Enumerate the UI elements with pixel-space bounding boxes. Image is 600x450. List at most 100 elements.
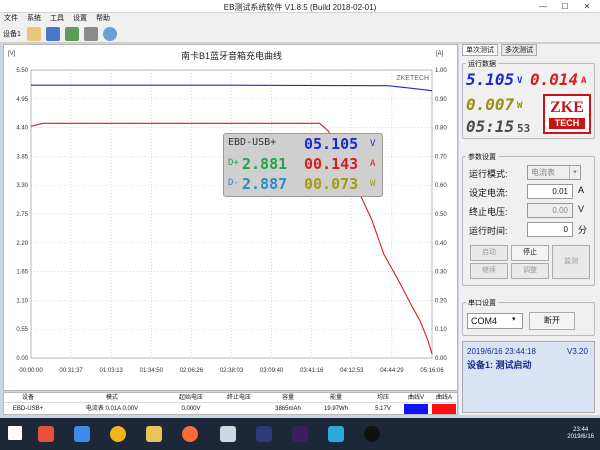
overlay-power: 00.073 bbox=[304, 175, 359, 193]
run-time-unit: 分 bbox=[578, 225, 588, 235]
app-icon[interactable] bbox=[328, 426, 344, 442]
monitor-button[interactable]: 监测 bbox=[552, 245, 590, 279]
taskbar: 23:44 2019/6/16 bbox=[0, 418, 600, 450]
overlay-dminus-label: D- bbox=[228, 178, 239, 188]
photoshop-icon[interactable] bbox=[256, 426, 272, 442]
x-tick-label: 02:06:26 bbox=[180, 368, 204, 374]
app-icon[interactable] bbox=[182, 426, 198, 442]
run-time-input[interactable]: 0 bbox=[527, 222, 573, 237]
menu-tools[interactable]: 工具 bbox=[50, 13, 64, 25]
time-seconds: 53 bbox=[517, 122, 531, 135]
overlay-voltage-unit: V bbox=[370, 139, 376, 149]
table-header: 容量 bbox=[281, 395, 294, 401]
browser-icon[interactable] bbox=[110, 426, 126, 442]
power-display: 0.007 bbox=[466, 95, 515, 114]
table-header: 终止电压 bbox=[226, 395, 251, 401]
y-left-tick-label: 3.85 bbox=[16, 154, 28, 160]
stop-voltage-input[interactable]: 0.00 bbox=[527, 203, 573, 218]
device-label: 设备1 bbox=[3, 31, 21, 38]
chart-watermark: ZKETECH bbox=[396, 75, 429, 82]
app-icon[interactable] bbox=[74, 426, 90, 442]
taskbar-clock[interactable]: 23:44 2019/6/16 bbox=[567, 427, 594, 441]
clock-time: 23:44 bbox=[573, 427, 589, 433]
table-cell: 电流表 0.01A 0.00V bbox=[85, 406, 139, 412]
title-bar: EB测试系统软件 V1.8.5 (Build 2018-02-01) — ☐ ✕ bbox=[0, 0, 600, 13]
window-title: EB测试系统软件 V1.8.5 (Build 2018-02-01) bbox=[223, 3, 377, 12]
port-chevron-down-icon[interactable]: ▾ bbox=[512, 315, 516, 323]
x-tick-label: 01:34:50 bbox=[140, 368, 164, 374]
premiere-icon[interactable] bbox=[292, 426, 308, 442]
disconnect-button[interactable]: 断开 bbox=[529, 312, 575, 330]
app-icon[interactable] bbox=[38, 426, 54, 442]
stop-button[interactable]: 停止 bbox=[511, 245, 549, 261]
x-tick-label: 04:12:53 bbox=[340, 368, 364, 374]
save-icon[interactable] bbox=[46, 27, 60, 41]
status-panel: 2019/6/16 23:44:18 V3.20 设备1: 测试启动 bbox=[462, 341, 595, 413]
table-header: 起始电压 bbox=[178, 395, 203, 401]
y-left-tick-label: 5.50 bbox=[16, 68, 28, 74]
curve-v-swatch[interactable] bbox=[404, 404, 428, 414]
menu-settings[interactable]: 设置 bbox=[73, 13, 87, 25]
x-tick-label: 05:16:06 bbox=[420, 368, 444, 374]
status-version: V3.20 bbox=[567, 347, 588, 356]
mode-label: 运行模式: bbox=[469, 169, 508, 179]
stop-voltage-label: 终止电压: bbox=[469, 207, 508, 217]
tools-icon[interactable] bbox=[84, 27, 98, 41]
overlay-dplus-value: 2.881 bbox=[242, 155, 288, 173]
set-current-input[interactable]: 0.01 bbox=[527, 184, 573, 199]
chevron-down-icon[interactable]: ▾ bbox=[569, 166, 580, 179]
windows-start-icon[interactable] bbox=[8, 426, 22, 440]
y-left-tick-label: 4.40 bbox=[16, 126, 28, 132]
folder-icon[interactable] bbox=[146, 426, 162, 442]
image-icon[interactable] bbox=[65, 27, 79, 41]
overlay-current-unit: A bbox=[370, 159, 376, 169]
table-header: 能量 bbox=[329, 395, 342, 401]
adjust-button[interactable]: 调整 bbox=[511, 263, 549, 279]
x-tick-label: 04:44:29 bbox=[380, 368, 404, 374]
overlay-dplus-label: D+ bbox=[228, 158, 239, 168]
menu-file[interactable]: 文件 bbox=[4, 13, 18, 25]
table-cell: 19.97Wh bbox=[323, 406, 348, 412]
toolbar: 设备1 bbox=[0, 25, 600, 43]
continue-button[interactable]: 继续 bbox=[470, 263, 508, 279]
tab-multi-test[interactable]: 多次测试 bbox=[501, 44, 537, 56]
result-table: 设备 模式 起始电压 终止电压 容量 能量 均压 曲线V 曲线A EBD-USB… bbox=[3, 392, 458, 415]
time-display: 05:15 bbox=[466, 117, 515, 136]
y-right-tick-label: 0.70 bbox=[435, 154, 447, 160]
qq-icon[interactable] bbox=[364, 426, 380, 442]
y-left-tick-label: 3.30 bbox=[16, 183, 28, 189]
table-cell: 0.000V bbox=[181, 406, 201, 412]
right-panel: 单次测试 多次测试 运行数据 5.105 V 0.014 A 0.007 W 0… bbox=[459, 44, 600, 415]
y-right-tick-label: 0.50 bbox=[435, 212, 447, 218]
table-row[interactable]: EBD-USB+ 电流表 0.01A 0.00V 0.000V 3865mAh … bbox=[4, 404, 457, 414]
close-button[interactable]: ✕ bbox=[576, 0, 598, 13]
folder-icon[interactable] bbox=[27, 27, 41, 41]
search-icon[interactable] bbox=[103, 27, 117, 41]
power-unit: W bbox=[517, 101, 523, 111]
clock-date: 2019/6/16 bbox=[567, 434, 594, 440]
menu-help[interactable]: 帮助 bbox=[96, 13, 110, 25]
curve-a-swatch[interactable] bbox=[432, 404, 456, 414]
y-right-tick-label: 0.00 bbox=[435, 356, 447, 362]
start-button[interactable]: 启动 bbox=[470, 245, 508, 261]
x-tick-label: 01:03:13 bbox=[100, 368, 124, 374]
serial-title: 串口设置 bbox=[466, 298, 498, 308]
tab-single-test[interactable]: 单次测试 bbox=[462, 44, 498, 56]
x-tick-label: 00:00:00 bbox=[19, 368, 43, 374]
y-right-tick-label: 0.10 bbox=[435, 327, 447, 333]
current-display: 0.014 bbox=[530, 70, 579, 89]
y-left-tick-label: 1.65 bbox=[16, 270, 28, 276]
eb-tester-icon[interactable] bbox=[220, 426, 236, 442]
y-right-tick-label: 0.80 bbox=[435, 126, 447, 132]
table-header: 曲线V bbox=[407, 395, 424, 401]
meter-overlay: EBD-USB+ 05.105 V D+ 2.881 00.143 A D- 2… bbox=[223, 133, 383, 197]
minimize-button[interactable]: — bbox=[532, 0, 554, 13]
menu-system[interactable]: 系统 bbox=[27, 13, 41, 25]
y-right-tick-label: 0.60 bbox=[435, 183, 447, 189]
run-data-title: 运行数据 bbox=[466, 59, 498, 69]
status-time: 2019/6/16 23:44:18 bbox=[467, 347, 536, 356]
y-left-tick-label: 1.10 bbox=[16, 298, 28, 304]
table-header-row: 设备 模式 起始电压 终止电压 容量 能量 均压 曲线V 曲线A bbox=[4, 393, 457, 403]
y-right-tick-label: 0.40 bbox=[435, 241, 447, 247]
maximize-button[interactable]: ☐ bbox=[554, 0, 576, 13]
